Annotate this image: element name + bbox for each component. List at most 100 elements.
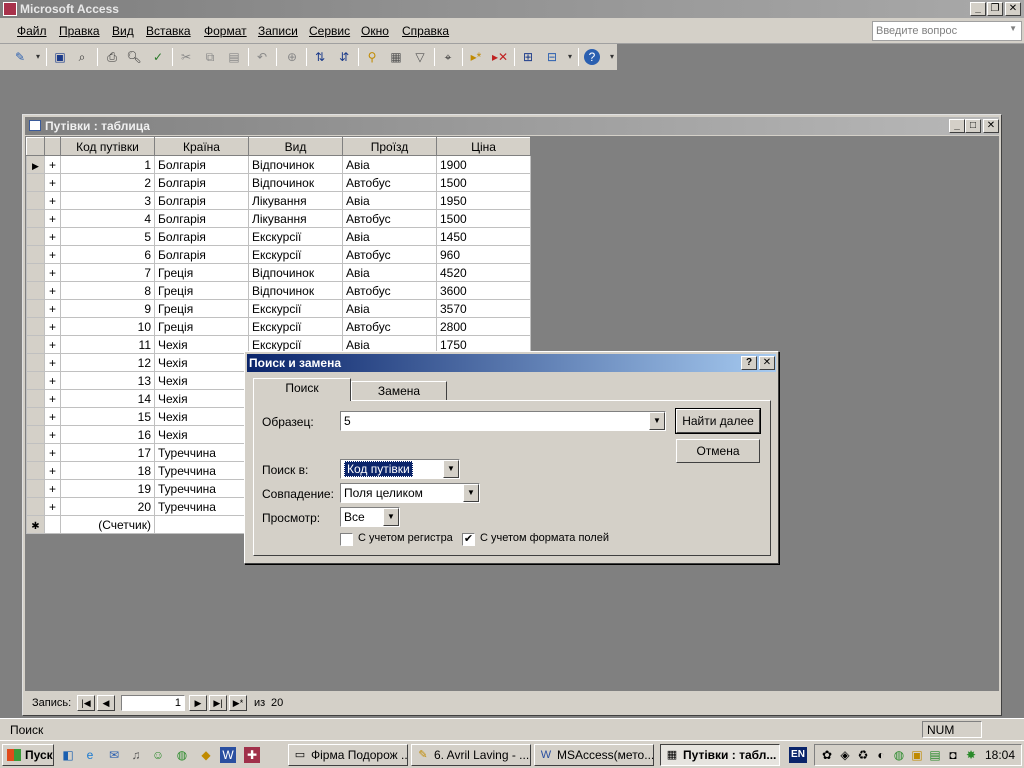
expand-subdatasheet-icon[interactable]: + — [44, 227, 61, 246]
print-preview-icon[interactable]: 🔍︎ — [126, 49, 142, 65]
search-format-checkbox[interactable]: ✔ — [462, 533, 475, 546]
next-record-button[interactable]: ▶ — [189, 695, 207, 711]
cell-transport[interactable]: Авіа — [342, 155, 437, 174]
print-icon[interactable]: ⎙ — [104, 49, 120, 65]
cell-code[interactable]: 2 — [60, 173, 155, 192]
cell-code[interactable]: 12 — [60, 353, 155, 372]
cell-country[interactable]: Туреччина — [154, 479, 249, 498]
new-object-icon[interactable]: ⊟ — [544, 49, 560, 65]
cell-code[interactable]: 17 — [60, 443, 155, 462]
cell-country[interactable]: Болгарія — [154, 155, 249, 174]
cell-code[interactable]: 1 — [60, 155, 155, 174]
close-button[interactable]: ✕ — [1005, 2, 1021, 16]
taskbar-button-0[interactable]: ▭ Фірма Подорож ... — [288, 744, 408, 766]
cell-code[interactable]: 5 — [60, 227, 155, 246]
expand-subdatasheet-icon[interactable]: + — [44, 263, 61, 282]
record-selector[interactable] — [26, 461, 45, 480]
cell-country[interactable]: Чехія — [154, 407, 249, 426]
cell-transport[interactable]: Авіа — [342, 191, 437, 210]
show-desktop-icon[interactable]: ◧ — [60, 747, 76, 763]
cell-transport[interactable]: Автобус — [342, 245, 437, 264]
tray-app-icon[interactable]: ◈ — [837, 747, 853, 763]
record-selector[interactable] — [26, 227, 45, 246]
cell-country[interactable]: Греція — [154, 263, 249, 282]
chevron-down-icon[interactable]: ▼ — [1009, 24, 1017, 33]
minimize-button[interactable]: _ — [970, 2, 986, 16]
cell-country[interactable]: Болгарія — [154, 245, 249, 264]
column-header-country[interactable]: Країна — [154, 137, 249, 156]
menu-records[interactable]: Записи — [258, 24, 298, 38]
cell-price[interactable]: 1500 — [436, 173, 531, 192]
table-row[interactable]: +9 Греція Екскурсії Авіа 3570 — [26, 299, 531, 318]
expand-subdatasheet-icon[interactable]: + — [44, 479, 61, 498]
database-window-icon[interactable]: ⊞ — [520, 49, 536, 65]
toolbar-options-icon[interactable]: ▾ — [604, 49, 620, 65]
expand-subdatasheet-icon[interactable]: + — [44, 245, 61, 264]
table-row[interactable]: +6 Болгарія Екскурсії Автобус 960 — [26, 245, 531, 264]
cell-type[interactable]: Екскурсії — [248, 299, 343, 318]
record-selector[interactable] — [26, 263, 45, 282]
table-row[interactable]: +3 Болгарія Лікування Авіа 1950 — [26, 191, 531, 210]
find-what-input[interactable]: 5 ▼ — [340, 411, 666, 431]
cell-transport[interactable]: Авіа — [342, 227, 437, 246]
new-record-icon[interactable]: ▸* — [468, 49, 484, 65]
record-selector[interactable] — [26, 425, 45, 444]
cell-code[interactable]: 20 — [60, 497, 155, 516]
internet-explorer-icon[interactable]: e — [82, 747, 98, 763]
find-next-button[interactable]: Найти далее — [675, 408, 761, 434]
tray-speaker-icon[interactable]: ◐ — [873, 747, 889, 763]
record-selector[interactable] — [26, 317, 45, 336]
cell-country[interactable]: Туреччина — [154, 461, 249, 480]
expand-subdatasheet-icon[interactable]: + — [44, 155, 61, 174]
cell-country[interactable]: Туреччина — [154, 443, 249, 462]
cell-type[interactable]: Екскурсії — [248, 227, 343, 246]
record-selector[interactable] — [26, 389, 45, 408]
previous-record-button[interactable]: ◀ — [97, 695, 115, 711]
cell-country[interactable]: Греція — [154, 281, 249, 300]
record-selector[interactable] — [26, 209, 45, 228]
record-selector[interactable] — [26, 335, 45, 354]
dialog-close-button[interactable]: ✕ — [759, 356, 775, 370]
chevron-down-icon[interactable]: ▼ — [383, 508, 399, 526]
media-icon[interactable]: ♫ — [128, 747, 144, 763]
record-selector[interactable] — [26, 497, 45, 516]
cell-autonumber[interactable]: (Счетчик) — [60, 515, 155, 534]
cell-transport[interactable]: Авіа — [342, 299, 437, 318]
cell-code[interactable]: 3 — [60, 191, 155, 210]
menu-file[interactable]: Файл — [17, 24, 47, 38]
expand-subdatasheet-icon[interactable]: + — [44, 497, 61, 516]
save-icon[interactable]: ▣ — [52, 49, 68, 65]
chevron-down-icon[interactable]: ▼ — [649, 412, 665, 430]
expand-subdatasheet-icon[interactable]: + — [44, 371, 61, 390]
cell-transport[interactable]: Авіа — [342, 263, 437, 282]
cell-price[interactable]: 1900 — [436, 155, 531, 174]
cell-code[interactable]: 6 — [60, 245, 155, 264]
cell-code[interactable]: 4 — [60, 209, 155, 228]
chevron-down-icon[interactable]: ▾ — [562, 49, 578, 65]
expand-subdatasheet-icon[interactable]: + — [44, 317, 61, 336]
record-selector[interactable] — [26, 191, 45, 210]
cut-icon[interactable]: ✂ — [178, 49, 194, 65]
expand-subdatasheet-icon[interactable]: + — [44, 335, 61, 354]
cell-code[interactable]: 15 — [60, 407, 155, 426]
find-icon[interactable]: ⌖ — [440, 49, 456, 65]
cell-transport[interactable]: Автобус — [342, 173, 437, 192]
ask-question-box[interactable]: Введите вопрос ▼ — [872, 21, 1022, 41]
file-search-icon[interactable]: ⌕ — [74, 49, 90, 65]
cell-type[interactable]: Лікування — [248, 191, 343, 210]
cell-code[interactable]: 19 — [60, 479, 155, 498]
cell-country[interactable]: Чехія — [154, 371, 249, 390]
cell-price[interactable]: 1950 — [436, 191, 531, 210]
cell-transport[interactable]: Автобус — [342, 317, 437, 336]
tray-antivirus-icon[interactable]: ✸ — [963, 747, 979, 763]
cell-code[interactable]: 8 — [60, 281, 155, 300]
menu-window[interactable]: Окно — [361, 24, 389, 38]
cell-code[interactable]: 9 — [60, 299, 155, 318]
cell-transport[interactable]: Автобус — [342, 209, 437, 228]
messenger-icon[interactable]: ☺ — [150, 747, 166, 763]
copy-icon[interactable]: ⧉ — [202, 49, 218, 65]
cell-type[interactable]: Екскурсії — [248, 245, 343, 264]
cell-price[interactable]: 1450 — [436, 227, 531, 246]
cell-country[interactable]: Греція — [154, 317, 249, 336]
expand-subdatasheet-icon[interactable]: + — [44, 461, 61, 480]
